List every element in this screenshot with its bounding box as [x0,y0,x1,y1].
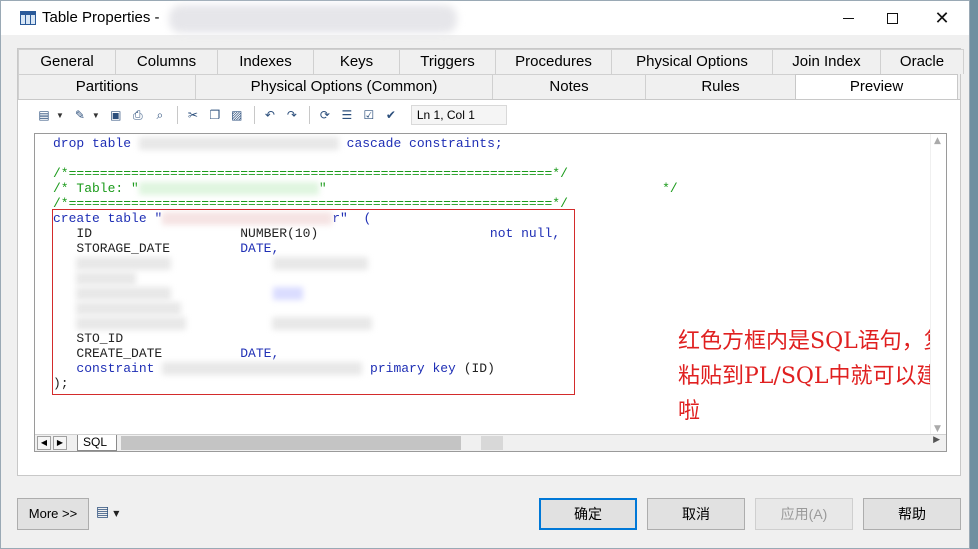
maximize-icon [886,12,898,24]
tab-oracle[interactable]: Oracle [880,49,964,74]
chevron-down-icon[interactable]: ▼ [92,111,100,120]
apply-button[interactable]: 应用(A) [755,498,853,530]
help-button[interactable]: 帮助 [863,498,961,530]
tab-triggers[interactable]: Triggers [399,49,496,74]
tab-procedures[interactable]: Procedures [495,49,612,74]
editor-bottom-bar: ◀ ▶ SQL ▶ [35,434,946,451]
chevron-down-icon[interactable]: ▼ [56,111,64,120]
vertical-scrollbar[interactable]: ▲ ▼ [930,134,946,436]
tab-notes[interactable]: Notes [492,74,646,99]
print-icon[interactable]: ⎙ [128,105,148,125]
scroll-thumb[interactable] [481,436,503,450]
code-comment: " */ [318,181,678,196]
tab-columns[interactable]: Columns [115,49,218,74]
sql-sheet-tab[interactable]: SQL [77,435,117,451]
cursor-position: Ln 1, Col 1 [410,105,507,125]
scroll-up-icon[interactable]: ▲ [934,136,941,146]
refresh-icon[interactable]: ⟳ [315,105,335,125]
next-sheet-icon[interactable]: ▶ [53,436,67,450]
tab-general[interactable]: General [18,49,116,74]
sql-highlight-box [52,209,575,395]
list-icon[interactable]: ☰ [337,105,357,125]
code-keyword: cascade constraints; [346,136,503,151]
tab-partitions[interactable]: Partitions [18,74,196,99]
tab-keys[interactable]: Keys [313,49,400,74]
close-button[interactable]: ✕ [919,1,965,35]
redacted-title [169,5,457,33]
tab-row-2: Partitions Physical Options (Common) Not… [18,74,958,101]
minimize-icon [842,17,854,19]
tab-preview[interactable]: Preview [795,74,958,101]
tabs-panel: General Columns Indexes Keys Triggers Pr… [17,48,964,476]
ok-button[interactable]: 确定 [539,498,637,530]
tab-physical-options[interactable]: Physical Options [611,49,773,74]
close-icon: ✕ [934,7,950,29]
maximize-button[interactable] [869,1,915,35]
code-keyword: drop table [53,136,132,151]
window-title: Table Properties - [42,9,160,26]
tab-join-index[interactable]: Join Index [772,49,881,74]
copy-icon[interactable]: ❐ [205,105,225,125]
toolbar-divider [176,106,178,124]
check-icon[interactable]: ✔ [381,105,401,125]
scroll-down-icon[interactable]: ▼ [934,424,941,434]
toolbar-divider [308,106,310,124]
more-button[interactable]: More >> [17,498,89,530]
save-icon[interactable]: ▣ [106,105,126,125]
format-menu-icon[interactable]: ▤ ▼ [96,504,119,520]
tab-indexes[interactable]: Indexes [217,49,314,74]
edit-icon[interactable]: ✎ [70,105,90,125]
redacted-text [138,137,339,151]
code-comment: /*======================================… [53,166,568,181]
redacted-text [138,182,319,196]
prev-sheet-icon[interactable]: ◀ [37,436,51,450]
tab-physical-options-common[interactable]: Physical Options (Common) [195,74,493,99]
editor-toolbar: ▤ ▼ ✎ ▼ ▣ ⎙ ⌕ ✂ ❐ ▨ ↶ ↷ ⟳ ☰ ☑ ✔ Ln 1, Col … [34,103,507,127]
chevron-down-icon[interactable]: ▼ [113,509,119,518]
title-bar: Table Properties - ✕ [1,1,969,35]
edit-script-icon[interactable]: ☑ [359,105,379,125]
tab-row-1: General Columns Indexes Keys Triggers Pr… [18,49,964,74]
minimize-button[interactable] [825,1,871,35]
sql-preview-editor[interactable]: drop table cascade constraints; /*======… [34,133,947,452]
table-properties-window: Table Properties - ✕ General Columns Ind… [0,0,970,549]
toolbar-divider [253,106,255,124]
format-icon[interactable]: ▤ [34,105,54,125]
table-icon [20,11,36,25]
annotation-text: 红色方框内是SQL语句，复制粘贴到PL/SQL中就可以建表啦 [678,329,947,424]
scroll-right-icon[interactable]: ▶ [933,435,940,445]
cut-icon[interactable]: ✂ [183,105,203,125]
tab-rules[interactable]: Rules [645,74,796,99]
paste-icon[interactable]: ▨ [227,105,247,125]
cancel-button[interactable]: 取消 [647,498,745,530]
undo-icon[interactable]: ↶ [260,105,280,125]
redo-icon[interactable]: ↷ [282,105,302,125]
find-icon[interactable]: ⌕ [150,105,170,125]
horizontal-scrollbar[interactable] [121,436,461,450]
code-comment: /* Table: " [53,181,139,196]
preview-content: ▤ ▼ ✎ ▼ ▣ ⎙ ⌕ ✂ ❐ ▨ ↶ ↷ ⟳ ☰ ☑ ✔ Ln 1, Col … [18,99,960,475]
